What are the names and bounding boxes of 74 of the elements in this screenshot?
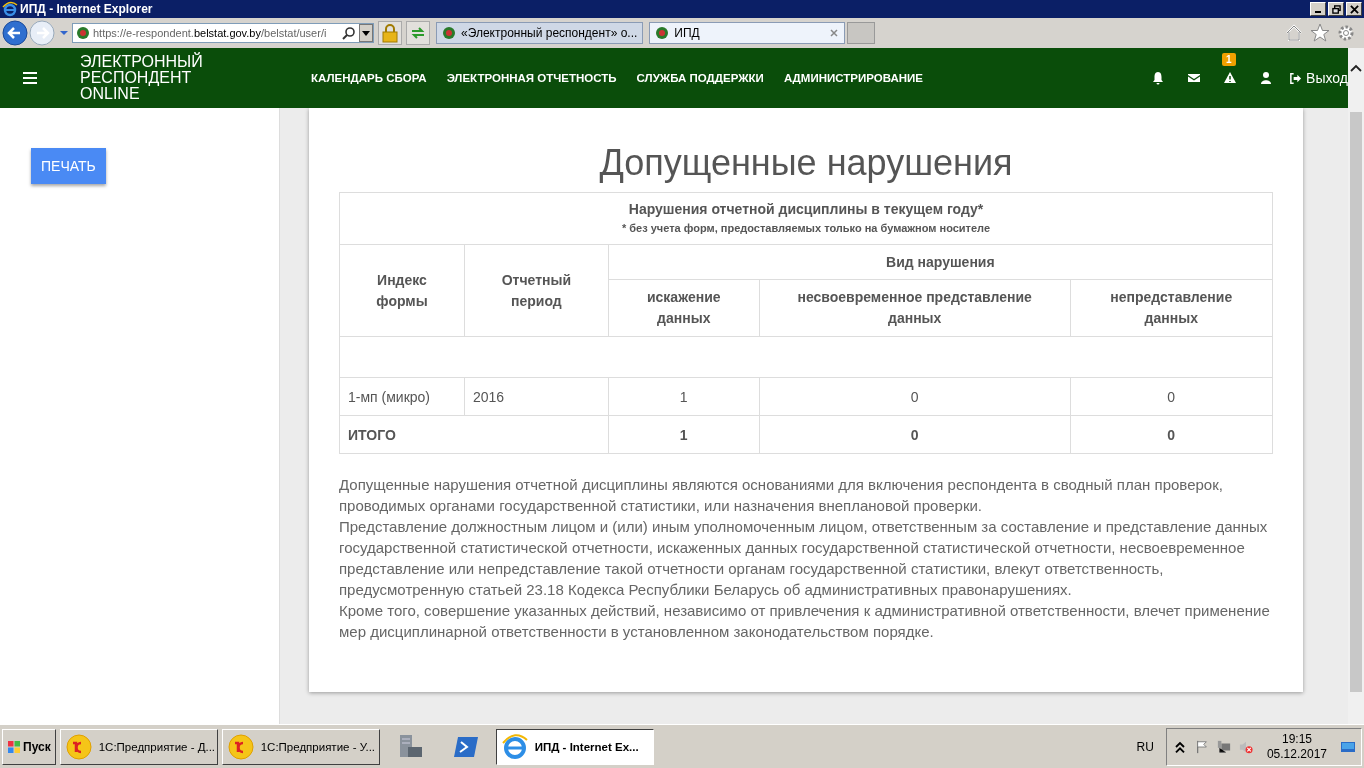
taskbar-button[interactable]: 1С:Предприятие - У...	[221, 728, 380, 765]
table-cell: 0	[759, 415, 1070, 454]
restore-icon	[1331, 4, 1341, 14]
column-header: непредставление данных	[1070, 279, 1273, 337]
address-field[interactable]: https://e-respondent.belstat.gov.by/belstat/user/i	[72, 23, 374, 43]
clock[interactable]: 19:15 05.12.2017	[1266, 731, 1327, 762]
site-logo[interactable]: ЭЛЕКТРОННЫЙ РЕСПОНДЕНТ ONLINE	[80, 54, 265, 102]
column-header: несвоевременное представление данных	[759, 279, 1070, 337]
table-cell: ИТОГО	[339, 415, 609, 454]
column-group-header: Вид нарушения	[608, 244, 1273, 280]
emblem-icon	[655, 26, 670, 40]
caret-icon	[362, 30, 370, 36]
back-button[interactable]	[2, 20, 28, 46]
bell-icon[interactable]	[1151, 71, 1166, 85]
table-note: * без учета форм, предоставляемых только на бумажном носителе	[620, 222, 992, 234]
table-cell: 1	[608, 415, 760, 454]
start-button[interactable]: Пуск	[2, 728, 56, 765]
table-caption: Нарушения отчетной дисциплины в текущем году*	[627, 201, 985, 217]
column-header: искажение данных	[608, 279, 760, 337]
warning-icon[interactable]	[1223, 71, 1238, 85]
emblem-icon	[442, 26, 456, 40]
lock-icon[interactable]	[378, 21, 402, 45]
logout-link[interactable]: Выход	[1289, 70, 1348, 86]
minimize-icon	[1315, 11, 1321, 13]
flag-icon[interactable]	[1194, 738, 1209, 755]
logout-icon	[1289, 71, 1303, 85]
minimize-button[interactable]	[1310, 2, 1326, 16]
scrollbar[interactable]	[1348, 48, 1364, 724]
dropdown-button[interactable]	[359, 24, 373, 42]
close-icon	[1349, 4, 1359, 14]
settings-icon[interactable]	[1336, 23, 1356, 43]
table-cell: 1-мп (микро)	[339, 377, 465, 416]
close-icon[interactable]	[829, 28, 840, 38]
show-desktop-icon[interactable]	[1341, 739, 1355, 754]
paragraph: Кроме того, совершение указанных действий, независимо от привлечения к административной ответственности, влечет применение мер дисциплинарной ответственности в установленном законодательством порядке.	[339, 601, 1271, 642]
refresh-icon[interactable]	[406, 21, 430, 45]
browser-tab[interactable]: «Электронный респондент» о...	[436, 22, 644, 44]
emblem-icon	[76, 26, 90, 40]
paragraph: Представление должностным лицом и (или) иным уполномоченным лицом, ответственным за составление и представление данных государственной статистической отчетности, искаженных данных государственной статистической отчетности, несвоевременное представление или непредставление такой отчетности органам государственной статистики, влекут ответственность, предусмотренную статьей 23.18 Кодекса Республики Беларусь об административных правонарушениях.	[339, 517, 1269, 600]
table-cell: 0	[759, 377, 1070, 416]
nav-link[interactable]: АДМИНИСТРИРОВАНИЕ	[783, 72, 923, 84]
taskbar-button[interactable]: ИПД - Internet Ex...	[495, 728, 654, 765]
close-button[interactable]	[1346, 2, 1362, 16]
menu-icon[interactable]	[23, 72, 37, 84]
page-heading: Допущенные нарушения	[598, 144, 1014, 182]
scroll-up-icon[interactable]	[1350, 64, 1362, 72]
table-cell: 0	[1070, 377, 1273, 416]
language-indicator[interactable]: RU	[1128, 739, 1162, 754]
table-cell: 2016	[464, 377, 609, 416]
app-logo-icon	[226, 732, 255, 761]
notification-badge: 1	[1222, 53, 1236, 66]
window-title: ИПД - Internet Explorer	[20, 2, 154, 16]
nav-link[interactable]: КАЛЕНДАРЬ СБОРА	[311, 72, 427, 84]
caret-icon[interactable]	[59, 30, 69, 36]
network-icon[interactable]	[1216, 738, 1231, 755]
column-header: Индекс формы	[339, 244, 465, 337]
windows-logo-icon	[7, 739, 21, 754]
nav-link[interactable]: СЛУЖБА ПОДДЕРЖКИ	[636, 72, 764, 84]
taskbar-button[interactable]: 1С:Предприятие - Д...	[59, 728, 218, 765]
table-cell: 0	[1070, 415, 1273, 454]
browser-logo-icon	[500, 732, 529, 761]
table-cell: 1	[608, 377, 760, 416]
column-header: Отчетный период	[464, 244, 609, 337]
envelope-icon[interactable]	[1187, 71, 1202, 85]
star-icon[interactable]	[1310, 23, 1330, 43]
nav-link[interactable]: ЭЛЕКТРОННАЯ ОТЧЕТНОСТЬ	[446, 72, 617, 84]
browser-tab[interactable]: ИПД	[649, 22, 846, 44]
user-icon[interactable]	[1259, 71, 1274, 85]
home-icon[interactable]	[1284, 23, 1304, 43]
search-icon[interactable]	[342, 26, 356, 40]
app-logo-icon	[64, 732, 93, 761]
paragraph: Допущенные нарушения отчетной дисциплины являются основаниями для включения респондента в сводный план проверок, проводимых органами государственной статистики, или назначения внеплановой проверки.	[339, 475, 1224, 516]
restore-button[interactable]	[1328, 2, 1344, 16]
ie-logo-icon	[2, 1, 18, 17]
